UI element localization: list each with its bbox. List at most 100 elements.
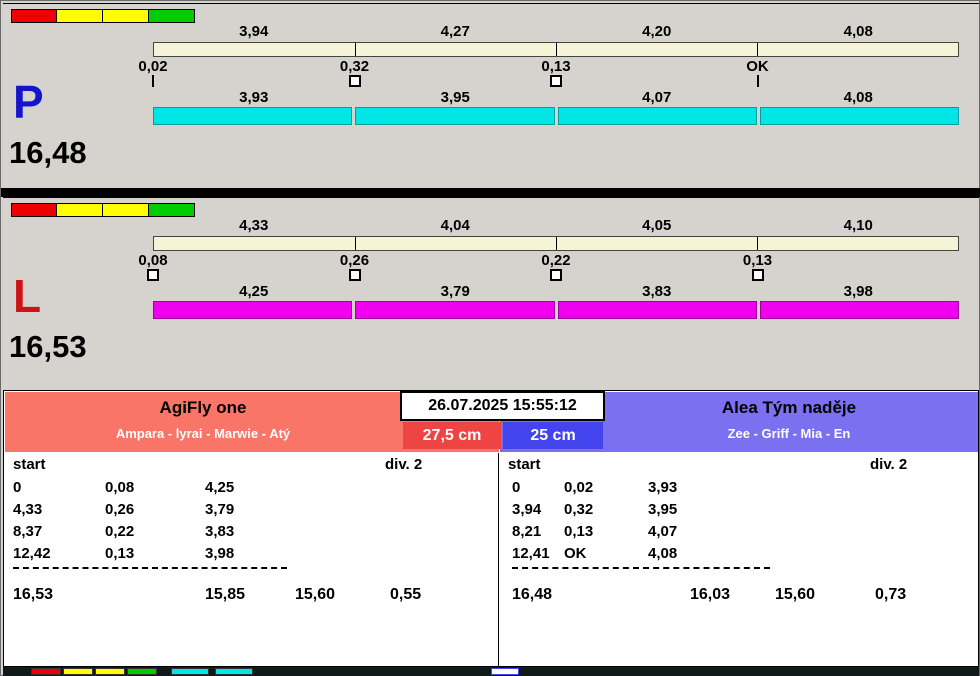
mini-white-mark [491, 668, 519, 675]
table-row: 4,33 0,26 3,79 [5, 501, 498, 521]
change-entry: 0,08 [113, 252, 193, 281]
totals-separator [13, 567, 287, 569]
start-light-yellow2-icon [103, 203, 149, 217]
cell-split: 3,93 [648, 479, 678, 496]
results-table-left: start div. 2 0 0,08 4,25 4,33 0,26 3,79 … [5, 453, 499, 666]
cell-start: 8,21 [512, 523, 542, 540]
change-entry: 0,22 [516, 252, 596, 281]
results-panel: AgiFly one Ampara - lyrai - Marwie - Atý… [3, 390, 979, 667]
split-time: 4,20 [642, 23, 672, 40]
change-entry: 0,26 [315, 252, 395, 281]
cell-start: 12,41 [512, 545, 550, 562]
lane-p-bottom-split-labels: 3,93 3,95 4,07 4,08 [153, 89, 959, 106]
cell-change: 0,22 [105, 523, 135, 540]
cell-split: 4,07 [648, 523, 678, 540]
totals-separator [512, 567, 770, 569]
run-segment [355, 301, 555, 319]
change-entry: 0,13 [718, 252, 798, 281]
change-time: 0,13 [742, 252, 773, 269]
run-segment [153, 107, 353, 125]
start-light-yellow1-icon [57, 9, 103, 23]
jump-height-right: 25 cm [503, 422, 603, 449]
lane-p-total-time: 16,48 [9, 135, 87, 170]
change-time: 0,13 [541, 58, 571, 75]
flyball-timing-window: 3,94 4,27 4,20 4,08 0,02 0,32 0,13 OK 3,… [0, 0, 980, 676]
best-time: 15,60 [295, 586, 336, 603]
change-marker-icon [550, 75, 562, 87]
table-row: 8,37 0,22 3,83 [5, 523, 498, 543]
change-time: 0,26 [339, 252, 370, 269]
start-column-header: start [508, 456, 541, 473]
start-light-green-icon [149, 9, 195, 23]
division-label: div. 2 [870, 456, 908, 473]
split-time: 3,94 [239, 23, 269, 40]
mini-light-red-icon [31, 668, 61, 675]
lane-p-change-times: 0,02 0,32 0,13 OK [138, 58, 959, 92]
change-marker-icon [550, 269, 562, 281]
change-entry: 0,02 [113, 58, 193, 87]
lane-l-progress-track [153, 236, 959, 251]
run-segment [759, 301, 959, 319]
mini-light-yellow-icon [95, 668, 125, 675]
run-segment [355, 107, 555, 125]
lane-l-total-time: 16,53 [9, 329, 87, 364]
lane-panel-l: 4,33 4,04 4,05 4,10 0,08 0,26 0,22 0,13 … [3, 197, 979, 382]
cell-start: 0 [512, 479, 521, 496]
track-divider [355, 43, 356, 56]
lane-p-run-bar [153, 107, 959, 125]
track-divider [757, 43, 758, 56]
net-time: 16,03 [690, 586, 731, 603]
change-time: 0,02 [138, 58, 168, 75]
lane-l-top-split-labels: 4,33 4,04 4,05 4,10 [153, 217, 959, 234]
mini-cyan-mark [215, 668, 253, 675]
start-lights [11, 203, 195, 217]
lane-l-run-bar [153, 301, 959, 319]
timestamp: 26.07.2025 15:55:12 [400, 391, 605, 421]
track-divider [556, 43, 557, 56]
lane-divider [1, 188, 980, 197]
change-marker-icon [152, 75, 154, 87]
table-row: 3,94 0,32 3,95 [500, 501, 978, 521]
start-column-header: start [13, 456, 46, 473]
change-entry: OK [718, 58, 798, 87]
cell-change: 0,32 [564, 501, 594, 518]
team-members-left: Ampara - lyrai - Marwie - Atý [115, 426, 291, 441]
lane-l-change-times: 0,08 0,26 0,22 0,13 [138, 252, 959, 286]
cell-change: 0,02 [564, 479, 594, 496]
start-light-yellow2-icon [103, 9, 149, 23]
jump-height-left: 27,5 cm [403, 422, 501, 449]
split-time: 3,95 [440, 89, 470, 106]
mini-cyan-mark [171, 668, 209, 675]
split-time: 3,98 [843, 283, 873, 300]
run-segment [557, 107, 757, 125]
split-time: 4,07 [642, 89, 672, 106]
team-name-left: AgiFly one [159, 398, 247, 417]
change-marker-icon [756, 75, 759, 87]
cell-split: 4,08 [648, 545, 678, 562]
mini-light-yellow-icon [63, 668, 93, 675]
cell-change: 0,13 [564, 523, 594, 540]
cell-change: 0,26 [105, 501, 135, 518]
cell-split: 3,95 [648, 501, 678, 518]
lane-panel-p: 3,94 4,27 4,20 4,08 0,02 0,32 0,13 OK 3,… [3, 3, 979, 188]
run-segment [153, 301, 353, 319]
cell-start: 4,33 [13, 501, 43, 518]
change-marker-icon [147, 269, 159, 281]
split-time: 4,08 [843, 89, 873, 106]
total-time: 16,53 [13, 586, 54, 603]
change-marker-icon [348, 269, 361, 281]
split-time: 3,83 [642, 283, 672, 300]
change-time: 0,32 [339, 58, 370, 75]
change-marker-icon [751, 269, 764, 281]
track-divider [355, 237, 356, 250]
run-segment [557, 301, 757, 319]
table-row: 0 0,02 3,93 [500, 479, 978, 499]
split-time: 4,27 [440, 23, 470, 40]
change-marker-icon [348, 75, 361, 87]
run-segment [759, 107, 959, 125]
cell-split: 4,25 [205, 479, 235, 496]
track-divider [556, 237, 557, 250]
change-entry: 0,32 [315, 58, 395, 87]
cell-split: 3,79 [205, 501, 235, 518]
table-row: 12,41 OK 4,08 [500, 545, 978, 565]
